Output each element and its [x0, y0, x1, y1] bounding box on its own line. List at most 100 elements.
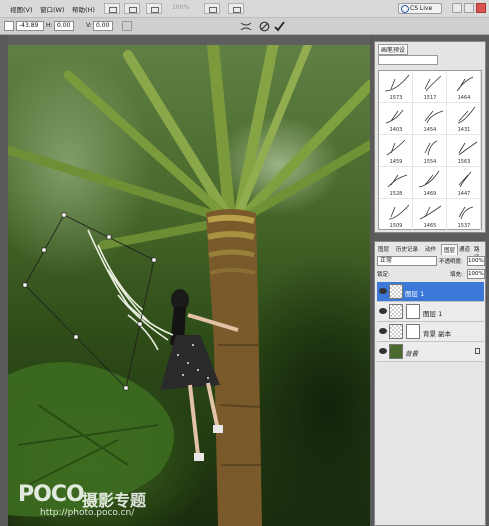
bridge-icon[interactable] [104, 3, 120, 14]
cancel-transform-icon[interactable] [259, 21, 270, 32]
brush-size-label: 1459 [389, 159, 403, 165]
brush-size-label: 1528 [389, 191, 403, 197]
layer-row[interactable]: 图层 1 [377, 302, 484, 322]
reference-point-icon[interactable] [4, 21, 14, 31]
visibility-eye-icon[interactable] [379, 288, 387, 294]
brush-size-label: 1509 [389, 223, 403, 229]
v-skew-field[interactable]: 0.00 [93, 21, 113, 31]
brush-stroke-preview [424, 110, 444, 124]
fill-label: 填充: [450, 272, 463, 278]
brush-size-label: 1563 [457, 159, 471, 165]
visibility-eye-icon[interactable] [379, 328, 387, 334]
brush-preset[interactable]: 1573 [379, 71, 413, 103]
layer-mask-thumbnail[interactable] [406, 304, 420, 319]
watermark-url: http://photo.poco.cn/ [40, 508, 135, 518]
h-label: H: [46, 22, 53, 29]
interpolation-icon[interactable] [122, 21, 132, 31]
brush-stroke-preview [384, 74, 410, 92]
layer-name[interactable]: 图层 1 [423, 308, 442, 318]
photo-artwork [8, 45, 370, 526]
cs-live-button[interactable]: CS Live [398, 3, 442, 14]
layer-row[interactable]: 背景 [377, 342, 484, 362]
layer-mask-thumbnail[interactable] [406, 324, 420, 339]
x-position-field[interactable]: -43.89 [16, 21, 44, 31]
brush-preset[interactable]: 1465 [413, 199, 447, 231]
brush-stroke-preview [457, 106, 476, 124]
zoom-level[interactable]: 100% [172, 4, 189, 11]
brush-preset[interactable]: 1403 [379, 103, 413, 135]
tab-history[interactable]: 历史记录 [394, 244, 420, 254]
brush-size-label: 1431 [457, 127, 471, 133]
brush-presets-panel: 画笔预设 1573 1517 1464 1403 1454 1431 1459 1554 156… [374, 41, 486, 233]
layer-name[interactable]: 背景 [405, 348, 418, 358]
close-icon[interactable] [476, 3, 486, 13]
layer-thumbnail [389, 324, 403, 339]
opacity-field[interactable]: 100% [467, 256, 485, 266]
brush-size-label: 1469 [423, 191, 437, 197]
hand-tool-icon[interactable] [204, 3, 220, 14]
restore-icon[interactable] [464, 3, 474, 13]
brush-preset[interactable]: 1447 [447, 167, 481, 199]
brush-stroke-preview [456, 76, 474, 92]
menu-help[interactable]: 帮助(H) [72, 4, 95, 14]
brush-stroke-preview [458, 206, 474, 220]
layer-row[interactable]: 背景 副本 [377, 322, 484, 342]
brush-preset[interactable]: 1554 [413, 135, 447, 167]
brush-stroke-preview [424, 140, 438, 156]
tab-actions[interactable]: 动作 [423, 244, 438, 254]
brush-size-label: 1403 [389, 127, 403, 133]
brush-stroke-preview [388, 204, 410, 220]
h-skew-field[interactable]: 0.00 [54, 21, 74, 31]
brush-size-label: 1464 [457, 95, 471, 101]
brush-preset[interactable]: 1528 [379, 167, 413, 199]
options-bar: -43.89 H: 0.00 V: 0.00 [0, 18, 489, 35]
workspace-left [0, 35, 8, 526]
lock-icons[interactable] [395, 270, 435, 277]
tab-layers-active[interactable]: 图层 [441, 244, 459, 255]
lock-icon [475, 348, 480, 354]
brush-size-label: 1465 [423, 223, 437, 229]
minimize-icon[interactable] [452, 3, 462, 13]
arrange-documents-icon[interactable] [228, 3, 244, 14]
blend-mode-select[interactable]: 正常 [377, 256, 437, 266]
brush-preset[interactable]: 1431 [447, 103, 481, 135]
document-canvas[interactable] [8, 45, 370, 526]
tab-channels[interactable]: 通道 [457, 244, 472, 254]
lock-label: 锁定: [377, 272, 390, 278]
layer-name[interactable]: 背景 副本 [423, 328, 451, 338]
warp-toggle-icon[interactable] [240, 21, 252, 32]
visibility-eye-icon[interactable] [379, 348, 387, 354]
layer-name[interactable]: 图层 1 [405, 288, 424, 298]
cs-live-label: CS Live [410, 5, 433, 12]
brush-preset[interactable]: 1469 [413, 167, 447, 199]
fill-field[interactable]: 100% [467, 269, 485, 279]
brush-preset[interactable]: 1509 [379, 199, 413, 231]
brush-preset[interactable]: 1537 [447, 199, 481, 231]
brush-size-label: 1573 [389, 95, 403, 101]
ruler-icon[interactable] [124, 3, 140, 14]
brush-preset[interactable]: 1563 [447, 135, 481, 167]
tab-layers[interactable]: 图层 [376, 244, 391, 254]
brush-preset[interactable]: 1464 [447, 71, 481, 103]
layer-thumbnail [389, 304, 403, 319]
brush-stroke-preview [424, 75, 442, 92]
brush-size-label: 1454 [423, 127, 437, 133]
tab-brush-presets[interactable]: 画笔预设 [378, 44, 409, 55]
brush-grid: 1573 1517 1464 1403 1454 1431 1459 1554 1563 1528… [378, 70, 482, 231]
document-tab-strip [8, 35, 370, 45]
commit-transform-icon[interactable] [274, 21, 285, 32]
menu-view[interactable]: 视图(V) [10, 4, 33, 14]
brush-preset[interactable]: 1459 [379, 135, 413, 167]
brush-stroke-preview [458, 141, 478, 156]
layers-panel: 图层 历史记录 动作 图层 通道 路径 正常 不透明度: 100% 锁定: 填充… [374, 241, 486, 526]
brush-size-field[interactable] [378, 55, 438, 65]
menu-window[interactable]: 窗口(W) [40, 4, 65, 14]
menu-bar: 视图(V) 窗口(W) 帮助(H) 100% CS Live [0, 0, 489, 18]
brush-stroke-preview [386, 139, 406, 156]
visibility-eye-icon[interactable] [379, 308, 387, 314]
brush-preset[interactable]: 1454 [413, 103, 447, 135]
layer-row[interactable]: 图层 1 [377, 282, 484, 302]
brush-size-label: 1517 [423, 95, 437, 101]
brush-preset[interactable]: 1517 [413, 71, 447, 103]
view-extras-icon[interactable] [146, 3, 162, 14]
